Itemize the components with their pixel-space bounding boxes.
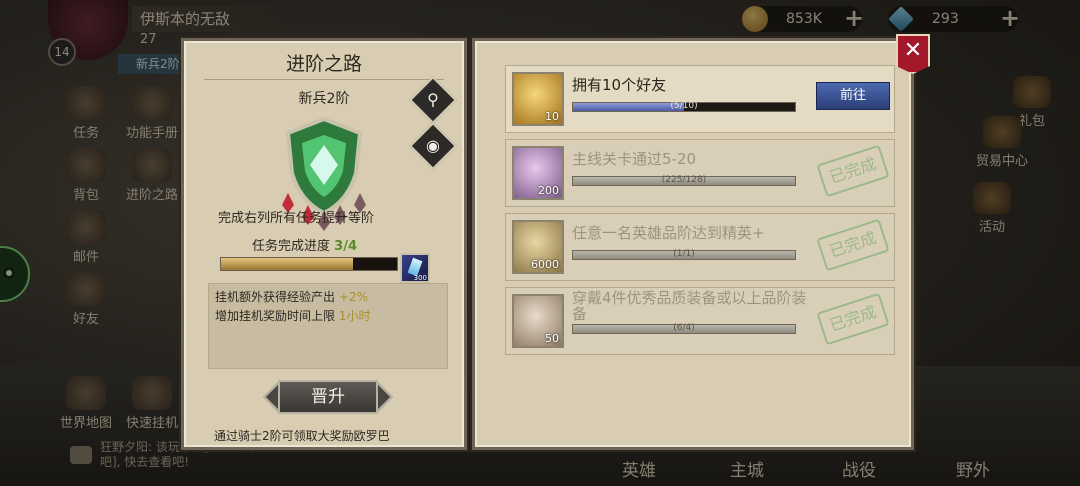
- close-button[interactable]: ✕: [896, 34, 930, 74]
- bonus-line: 增加挂机奖励时间上限 1小时: [215, 307, 441, 326]
- bonus-value: 1小时: [338, 309, 371, 323]
- ascend-label: 晋升: [278, 380, 378, 414]
- advance-description: 完成右列所有任务提升等阶: [218, 211, 375, 226]
- magnifier-icon: ⚲: [427, 90, 439, 109]
- task-progress-text: (5/10): [670, 101, 698, 111]
- go-button[interactable]: 前往: [816, 82, 890, 110]
- close-icon: ✕: [903, 38, 923, 63]
- task-title: 拥有10个好友: [572, 76, 667, 94]
- search-button[interactable]: ⚲: [408, 75, 458, 125]
- task-title: 主线关卡通过5-20: [572, 150, 697, 168]
- task-reward-qty: 200: [538, 184, 559, 197]
- task-progress-text: (1/1): [673, 249, 695, 259]
- potion-icon: 6000: [512, 220, 564, 274]
- coin-icon: 50: [512, 294, 564, 348]
- task-row: 50 穿戴4件优秀品质装备或以上品阶装备 (6/4) 已完成: [505, 287, 895, 355]
- task-list-panel: 10 拥有10个好友 (5/10) 前往 200 主线关卡通过5-20 (225…: [472, 38, 914, 450]
- preview-button[interactable]: ◉: [408, 121, 458, 171]
- bonus-box: 挂机额外获得经验产出 +2% 增加挂机奖励时间上限 1小时: [208, 283, 448, 369]
- task-progress-bar: (1/1): [572, 249, 796, 260]
- panel-title: 进阶之路: [285, 53, 362, 75]
- advance-progress-fill: [221, 258, 353, 270]
- advance-footer-note: 通过骑士2阶可领取大奖励欧罗巴: [214, 429, 390, 443]
- task-reward-qty: 6000: [531, 258, 559, 271]
- compass-icon: 10: [512, 72, 564, 126]
- advance-progress-bar: [220, 257, 398, 271]
- reward-qty: 300: [413, 274, 427, 282]
- task-progress-bar: (6/4): [572, 323, 796, 334]
- completed-stamp: 已完成: [816, 218, 890, 272]
- completed-stamp: 已完成: [816, 292, 890, 346]
- eye-icon: ◉: [426, 136, 440, 155]
- advance-panel: 进阶之路 新兵2阶 ⚲ ◉ 完成右列所有任务提升等阶 任务完成进度 3/4 30…: [181, 38, 467, 450]
- completed-stamp: 已完成: [816, 144, 890, 198]
- task-title: 穿戴4件优秀品质装备或以上品阶装备: [572, 289, 807, 323]
- task-reward-qty: 10: [545, 110, 559, 123]
- bonus-text: 挂机额外获得经验产出: [215, 290, 336, 304]
- ascend-button[interactable]: 晋升: [263, 377, 393, 417]
- progress-label: 任务完成进度: [252, 239, 331, 254]
- feather-icon: 200: [512, 146, 564, 200]
- task-progress-bar: (5/10): [572, 101, 796, 112]
- task-progress-text: (225/128): [661, 175, 707, 185]
- task-reward-qty: 50: [545, 332, 559, 345]
- reward-crystal-item[interactable]: 300: [400, 253, 430, 283]
- task-row: 6000 任意一名英雄品阶达到精英+ (1/1) 已完成: [505, 213, 895, 281]
- task-progress-bar: (225/128): [572, 175, 796, 186]
- task-row: 200 主线关卡通过5-20 (225/128) 已完成: [505, 139, 895, 207]
- bonus-text: 增加挂机奖励时间上限: [215, 309, 336, 323]
- bonus-line: 挂机额外获得经验产出 +2%: [215, 288, 441, 307]
- progress-label-row: 任务完成进度 3/4: [252, 235, 357, 254]
- bonus-value: +2%: [338, 290, 368, 304]
- task-progress-text: (6/4): [673, 323, 695, 333]
- task-title: 任意一名英雄品阶达到精英+: [572, 224, 765, 242]
- title-divider: [204, 79, 444, 80]
- task-row: 10 拥有10个好友 (5/10) 前往: [505, 65, 895, 133]
- progress-value: 3/4: [334, 239, 357, 254]
